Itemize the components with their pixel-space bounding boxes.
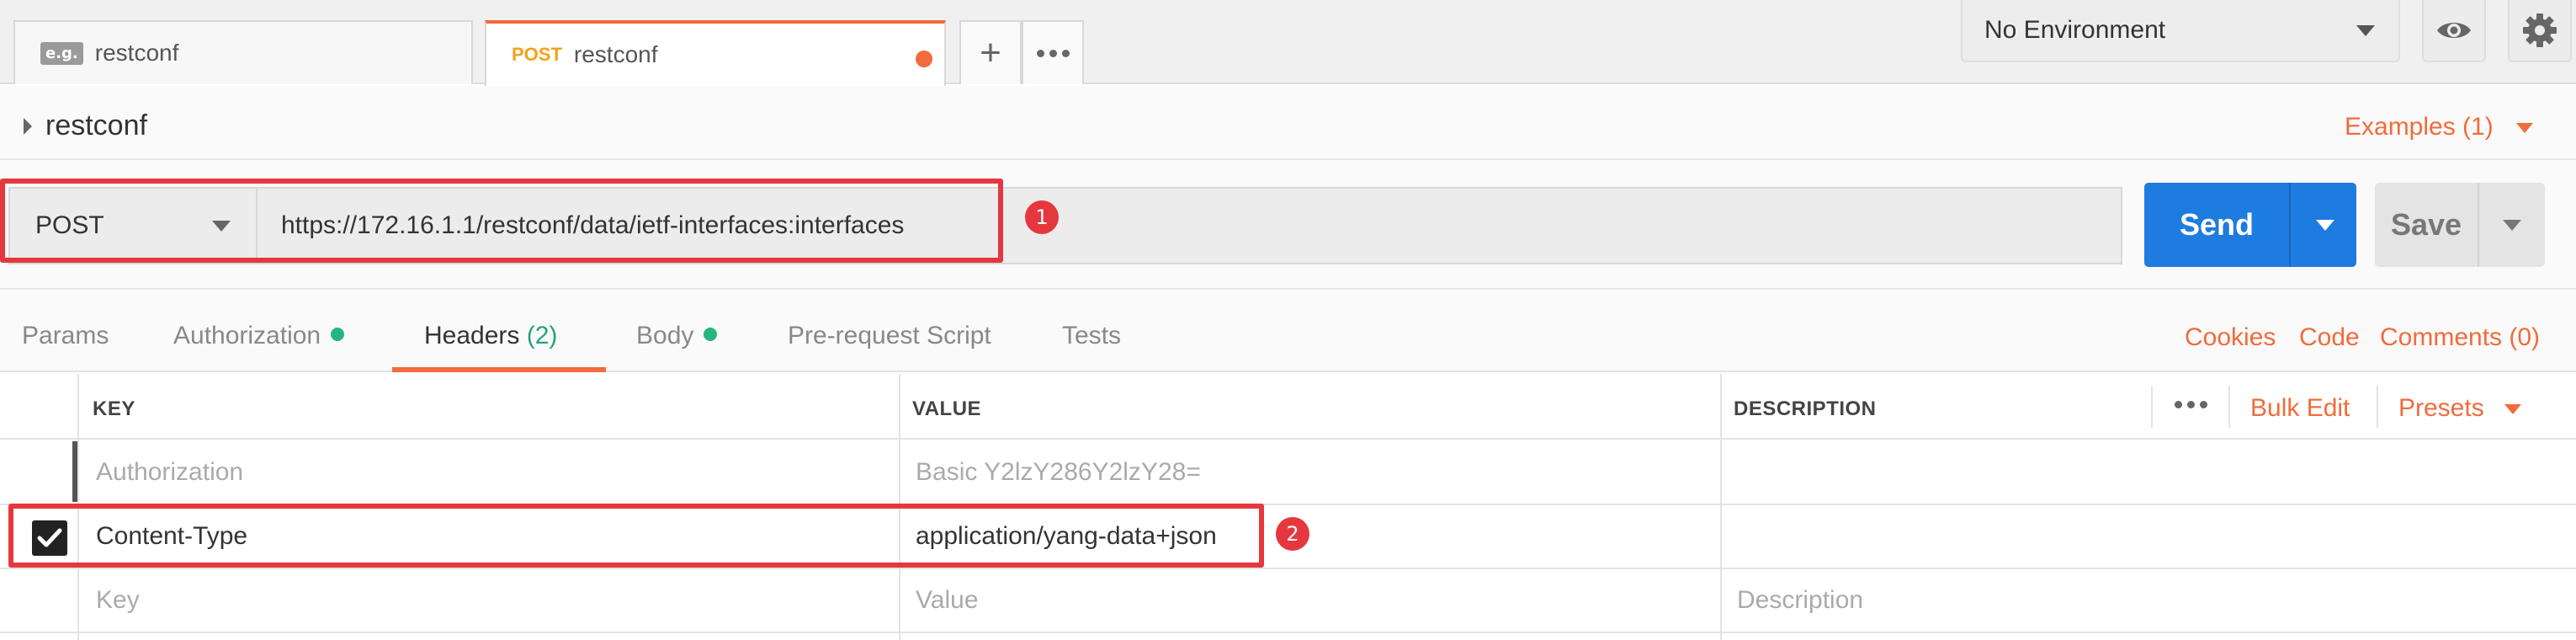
tab-tests[interactable]: Tests bbox=[1062, 322, 1121, 350]
tab-headers[interactable]: Headers (2) bbox=[424, 322, 557, 350]
chevron-down-icon bbox=[2356, 25, 2375, 36]
tab-authorization[interactable]: Authorization bbox=[173, 322, 345, 350]
annotation-box-content-type bbox=[8, 504, 1264, 568]
environment-select[interactable]: No Environment bbox=[1961, 0, 2400, 62]
new-value-input[interactable]: Value bbox=[916, 586, 979, 615]
eye-icon bbox=[2437, 23, 2471, 38]
manage-environments-button[interactable] bbox=[2508, 0, 2572, 62]
row-divider bbox=[0, 438, 2576, 440]
headers-count: (2) bbox=[526, 322, 558, 349]
send-button[interactable]: Send bbox=[2144, 183, 2356, 267]
chevron-down-icon[interactable] bbox=[2504, 404, 2521, 414]
new-key-input[interactable]: Key bbox=[96, 586, 140, 615]
save-label: Save bbox=[2390, 207, 2462, 242]
request-tab-active[interactable]: POST restconf bbox=[485, 20, 946, 86]
column-divider bbox=[2377, 386, 2378, 428]
request-name: restconf bbox=[45, 109, 147, 141]
column-header-key: KEY bbox=[93, 397, 135, 420]
bulk-edit-link[interactable]: Bulk Edit bbox=[2250, 394, 2350, 423]
chevron-down-icon[interactable] bbox=[2516, 123, 2533, 133]
button-divider bbox=[2289, 183, 2291, 267]
tab-method-badge: POST bbox=[512, 44, 562, 65]
new-tab-button[interactable]: + bbox=[959, 20, 1022, 84]
example-badge: e.g. bbox=[40, 41, 83, 65]
annotation-badge: 2 bbox=[1276, 517, 1309, 551]
tab-label: restconf bbox=[573, 41, 658, 67]
comments-link[interactable]: Comments (0) bbox=[2380, 323, 2540, 352]
chevron-down-icon[interactable] bbox=[2503, 219, 2521, 231]
presets-dropdown[interactable]: Presets bbox=[2398, 394, 2484, 423]
column-divider bbox=[1720, 374, 1722, 640]
header-value-cell[interactable]: Basic Y2lzY286Y2lzY28= bbox=[916, 458, 1201, 487]
new-description-input[interactable]: Description bbox=[1737, 586, 1863, 615]
cookies-link[interactable]: Cookies bbox=[2185, 323, 2276, 352]
unsaved-dot-icon bbox=[916, 51, 932, 67]
expand-arrow-icon[interactable] bbox=[24, 118, 32, 135]
send-label: Send bbox=[2179, 207, 2254, 242]
tab-params[interactable]: Params bbox=[22, 322, 109, 350]
indicator-dot-icon bbox=[331, 328, 345, 341]
row-marker bbox=[72, 441, 77, 502]
tab-options-button[interactable] bbox=[1022, 20, 1084, 84]
column-header-description: DESCRIPTION bbox=[1734, 397, 1877, 420]
tab-headers-label: Headers bbox=[424, 322, 520, 349]
environment-selected: No Environment bbox=[1984, 16, 2166, 44]
tab-body-label: Body bbox=[636, 322, 694, 349]
tab-prerequest-script[interactable]: Pre-request Script bbox=[788, 322, 991, 350]
request-tab-example[interactable]: e.g. restconf bbox=[13, 20, 473, 84]
button-divider bbox=[2478, 183, 2479, 267]
gear-icon bbox=[2523, 13, 2557, 47]
more-icon bbox=[1036, 49, 1070, 57]
active-tab-underline bbox=[392, 367, 606, 372]
request-name-bar bbox=[0, 86, 2576, 160]
annotation-box-url bbox=[0, 179, 1003, 263]
tab-label: restconf bbox=[94, 40, 179, 66]
column-divider bbox=[2228, 386, 2230, 428]
annotation-badge: 1 bbox=[1025, 200, 1059, 234]
examples-dropdown[interactable]: Examples (1) bbox=[2345, 113, 2494, 141]
tab-body[interactable]: Body bbox=[636, 322, 718, 350]
chevron-down-icon[interactable] bbox=[2316, 219, 2334, 231]
indicator-dot-icon bbox=[704, 328, 718, 341]
save-button[interactable]: Save bbox=[2375, 183, 2545, 267]
row-divider bbox=[0, 568, 2576, 569]
header-key-cell[interactable]: Authorization bbox=[96, 458, 243, 487]
row-divider bbox=[0, 632, 2576, 633]
tab-authorization-label: Authorization bbox=[173, 322, 321, 349]
code-link[interactable]: Code bbox=[2299, 323, 2360, 352]
column-header-value: VALUE bbox=[912, 397, 982, 420]
more-icon[interactable] bbox=[2175, 401, 2207, 408]
plus-icon: + bbox=[980, 32, 1001, 73]
environment-quick-look-button[interactable] bbox=[2422, 0, 2486, 62]
column-divider bbox=[2151, 386, 2153, 428]
